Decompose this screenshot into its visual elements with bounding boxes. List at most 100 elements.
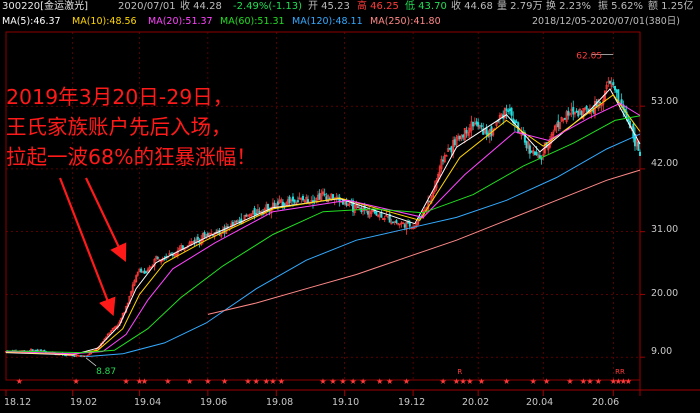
candle-body: [572, 107, 575, 115]
candle-body: [617, 89, 620, 102]
candle-body: [245, 214, 248, 217]
candle-body: [206, 233, 209, 237]
x-tick-label: 19.10: [332, 397, 360, 408]
signal-star: ★: [278, 377, 285, 386]
x-tick-label: 18.12: [4, 397, 32, 408]
x-tick-label: 20.02: [462, 397, 490, 408]
ma10-label: MA(10):48.56: [72, 16, 137, 27]
candle-body: [196, 236, 199, 240]
candle-body: [472, 121, 475, 127]
signal-star: ★: [319, 377, 326, 386]
signal-star: ★: [253, 377, 260, 386]
candle-body: [577, 111, 580, 117]
candle-body: [465, 130, 468, 134]
r-label: R: [457, 368, 462, 376]
signal-star: ★: [339, 377, 346, 386]
x-tick-label: 20.04: [526, 397, 554, 408]
signal-star: ★: [359, 377, 366, 386]
candle-body: [448, 147, 451, 150]
candle-body: [428, 200, 431, 203]
candle-body: [313, 200, 316, 202]
x-tick-label: 20.06: [592, 397, 620, 408]
open-price: 开 45.23: [308, 1, 350, 12]
candle-body: [620, 99, 623, 104]
candle-body: [567, 110, 570, 116]
candle-body: [505, 108, 508, 111]
candle-body: [530, 150, 533, 153]
ma60-label: MA(60):51.31: [220, 16, 285, 27]
signal-star: ★: [403, 377, 410, 386]
high-label: 62.05: [576, 52, 602, 62]
ma-line: [207, 169, 641, 315]
candle-body: [288, 196, 291, 204]
signal-star: ★: [329, 377, 336, 386]
candle-body: [253, 208, 256, 215]
candle-body: [403, 224, 406, 228]
candle-body: [235, 220, 238, 223]
candle-body: [535, 152, 538, 156]
x-tick-label: 19.08: [266, 397, 294, 408]
candle-body: [281, 201, 284, 207]
candle-body: [203, 232, 206, 238]
annotation-arrows: [58, 177, 127, 317]
turnover-rate: 换 2.23%: [546, 1, 591, 12]
x-tick-label: 19.02: [70, 397, 98, 408]
candle-body: [525, 141, 528, 149]
trade-amount: 额 1.25亿: [648, 1, 694, 12]
quote-header: 300220[金运激光] 2020/07/01 收 44.28 -2.49%(-…: [0, 0, 700, 14]
candle-body: [477, 122, 480, 127]
candle-body: [80, 355, 83, 357]
signal-star: ★: [204, 377, 211, 386]
candle-body: [407, 222, 410, 224]
signal-star: ★: [466, 377, 473, 386]
candle-body: [291, 196, 294, 202]
signal-star: ★: [503, 377, 510, 386]
candle-body: [563, 117, 566, 120]
candle-body: [533, 151, 536, 155]
candle-body: [258, 210, 261, 213]
y-tick-label: 20.00: [651, 288, 679, 299]
price-change: -2.49%(-1.13): [233, 1, 303, 12]
signal-star: ★: [625, 377, 632, 386]
ma-legend: MA(5):46.37 MA(10):48.56 MA(20):51.37 MA…: [0, 15, 700, 29]
signal-star: ★: [269, 377, 276, 386]
candle-body: [357, 206, 360, 209]
candle-body: [231, 221, 234, 226]
signal-star: ★: [440, 377, 447, 386]
candle-body: [143, 270, 146, 274]
arrow-2: [85, 177, 127, 262]
y-tick-label: 42.00: [651, 158, 679, 169]
candle-body: [442, 159, 445, 162]
candle-body: [198, 241, 201, 244]
candle-body: [608, 80, 611, 84]
ma120-label: MA(120):48.11: [292, 16, 363, 27]
candle-body: [325, 196, 328, 200]
signal-star: ★: [566, 377, 573, 386]
x-tick-label: 19.04: [134, 397, 162, 408]
low-price: 低 43.70: [405, 1, 447, 12]
annotation-line-3: 拉起一波68%的狂暴涨幅！: [6, 145, 257, 169]
annotation-line-1: 2019年3月20日-29日，: [6, 85, 234, 109]
candle-body: [140, 268, 143, 273]
signal-star: ★: [164, 377, 171, 386]
candle-body: [528, 145, 531, 154]
candle-body: [638, 151, 641, 156]
candle-body: [301, 195, 304, 201]
candlestick-chart: 62.058.87★ ★ ★ ★★ ★ ★ ★ ★ ★ ★ ★ ★ ★ ★ ★ ★ ★ ★ ★ ★ ★ ★ ★ ★ ★ ★ ★ ★ ★ ★…: [0, 31, 700, 396]
candle-body: [557, 120, 560, 128]
candle-body: [283, 203, 286, 206]
volume: 量 2.79万: [497, 1, 543, 12]
signal-star: ★: [141, 377, 148, 386]
signal-star: ★: [16, 377, 23, 386]
candle-body: [73, 355, 76, 357]
candle-body: [538, 155, 541, 159]
candle-body: [395, 220, 398, 224]
signal-star: ★: [123, 377, 130, 386]
candle-body: [145, 271, 148, 273]
candle-body: [507, 110, 510, 112]
candle-body: [510, 107, 513, 116]
signal-star: ★: [530, 377, 537, 386]
signal-star: ★: [186, 377, 193, 386]
candle-body: [380, 212, 383, 218]
candle-body: [508, 108, 511, 112]
